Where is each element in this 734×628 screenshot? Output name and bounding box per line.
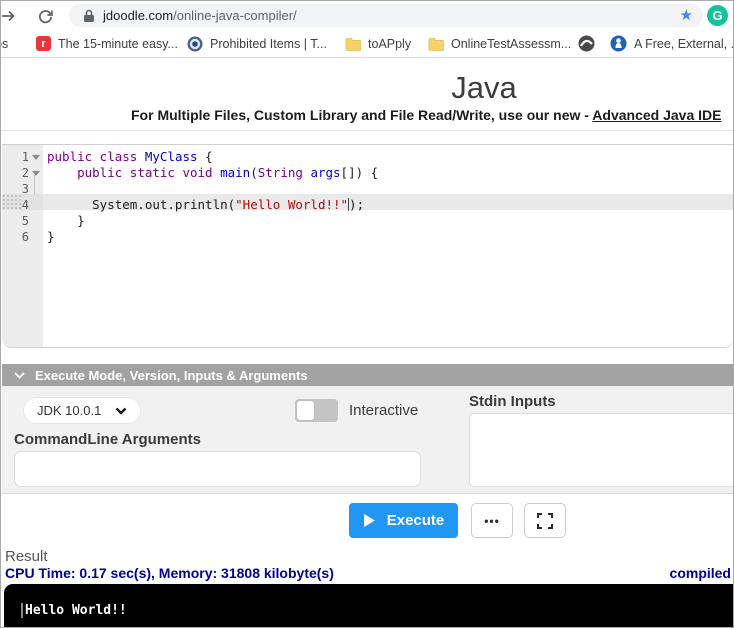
terminal-output-line: Hello World!!: [21, 603, 127, 618]
url-text: jdoodle.com/online-java-compiler/: [103, 8, 297, 23]
url-path: /online-java-compiler/: [173, 8, 297, 23]
bookmark-onlinetest[interactable]: OnlineTestAssessm...: [428, 30, 571, 57]
execute-mode-section-header[interactable]: Execute Mode, Version, Inputs & Argument…: [2, 364, 733, 386]
bookmark-apps-clipped[interactable]: ps: [1, 30, 8, 57]
page-title: Java: [451, 70, 517, 105]
bookmarks-bar: ps r The 15-minute easy... Prohibited It…: [1, 30, 733, 58]
bookmark-label: The 15-minute easy...: [58, 36, 178, 51]
folder-icon: [345, 37, 361, 51]
chevron-down-icon: [115, 407, 127, 415]
bookmark-toapply[interactable]: toAPply: [345, 30, 411, 57]
forward-arrow-icon: [2, 10, 15, 22]
globe-icon: [578, 35, 595, 52]
output-terminal[interactable]: Hello World!!: [4, 584, 733, 627]
bookmark-star-icon[interactable]: ★: [680, 8, 693, 23]
line-number-row: 5: [21, 214, 29, 228]
bookmark-label: toAPply: [368, 36, 412, 51]
fullscreen-button[interactable]: [524, 503, 566, 538]
jdk-version-value: JDK 10.0.1: [37, 403, 102, 418]
line-number-row: 1: [2, 149, 43, 165]
editor-gutter: 1 2 3 4 5 6: [2, 145, 43, 347]
interactive-toggle[interactable]: [295, 399, 338, 422]
line-numbers: 1 2 3 4 5 6: [2, 149, 43, 245]
code-line-6: }: [47, 229, 55, 244]
section-title: Execute Mode, Version, Inputs & Argument…: [35, 367, 308, 383]
code-line-1: public class MyClass {: [47, 149, 213, 164]
forward-button[interactable]: [1, 6, 18, 26]
advanced-java-ide-link[interactable]: Advanced Java IDE: [592, 107, 721, 123]
browser-window: jdoodle.com/online-java-compiler/ ★ G ps…: [0, 0, 734, 628]
more-options-button[interactable]: •••: [471, 503, 513, 538]
stdin-input[interactable]: [469, 413, 733, 487]
code-line-2: public static void main(String args[]) {: [77, 165, 379, 180]
browser-toolbar: jdoodle.com/online-java-compiler/ ★ G: [1, 1, 733, 30]
ellipsis-icon: •••: [484, 513, 500, 528]
fold-arrow-icon[interactable]: [32, 155, 40, 160]
code-line-5: }: [47, 213, 85, 228]
line-number-row: 3: [21, 182, 29, 196]
result-title: Result: [5, 548, 48, 565]
cpu-memory-stats: CPU Time: 0.17 sec(s), Memory: 31808 kil…: [5, 565, 334, 581]
header-divider: [1, 130, 733, 131]
toggle-knob: [297, 401, 314, 420]
bookmark-label: Prohibited Items | T...: [210, 36, 327, 51]
bookmark-15-minute[interactable]: r The 15-minute easy...: [36, 30, 178, 57]
lock-icon[interactable]: [83, 9, 95, 23]
reddit-favicon-icon: r: [36, 36, 51, 51]
controls-panel: JDK 10.0.1 Interactive Stdin Inputs Comm…: [2, 386, 733, 494]
compile-status: compiled: [669, 565, 731, 581]
address-bar[interactable]: jdoodle.com/online-java-compiler/ ★: [69, 4, 703, 27]
code-editor[interactable]: 1 2 3 4 5 6 public class MyClass { publi…: [2, 144, 733, 348]
line-number-row: 4: [21, 198, 29, 212]
grammarly-extension-icon[interactable]: G: [707, 5, 728, 26]
commandline-label: CommandLine Arguments: [14, 431, 201, 448]
bookmark-prohibited-items[interactable]: Prohibited Items | T...: [187, 30, 327, 57]
blue-globe-favicon-icon: [610, 35, 627, 52]
commandline-input[interactable]: [14, 451, 421, 487]
bookmark-globe[interactable]: [578, 30, 602, 57]
interactive-label: Interactive: [349, 402, 419, 419]
play-icon: [363, 514, 375, 527]
actions-row: Execute •••: [2, 495, 733, 546]
folder-icon: [428, 37, 444, 51]
stdin-label: Stdin Inputs: [469, 393, 556, 410]
url-domain: jdoodle.com: [103, 8, 174, 23]
terminal-output-text: Hello World!!: [25, 603, 127, 618]
code-line-4: System.out.println("Hello World!!");: [47, 197, 365, 212]
code-content: public class MyClass { public static voi…: [47, 149, 733, 245]
indent-guide: [34, 175, 35, 194]
bookmark-a-free-external[interactable]: A Free, External, .N: [610, 30, 734, 57]
refresh-button[interactable]: [35, 6, 55, 26]
chevron-down-icon: [14, 371, 25, 379]
execute-button[interactable]: Execute: [349, 503, 458, 538]
page-subtitle: For Multiple Files, Custom Library and F…: [131, 107, 722, 123]
jdk-version-select[interactable]: JDK 10.0.1: [23, 397, 141, 424]
refresh-icon: [38, 9, 53, 23]
bookmark-label: A Free, External, .N: [634, 36, 734, 51]
fullscreen-icon: [537, 512, 553, 529]
seal-favicon-icon: [187, 36, 203, 52]
bookmark-label: OnlineTestAssessm...: [451, 36, 572, 51]
line-number-row: 2: [2, 165, 43, 181]
line-number-row: 6: [21, 230, 29, 244]
terminal-cursor: [21, 603, 23, 618]
